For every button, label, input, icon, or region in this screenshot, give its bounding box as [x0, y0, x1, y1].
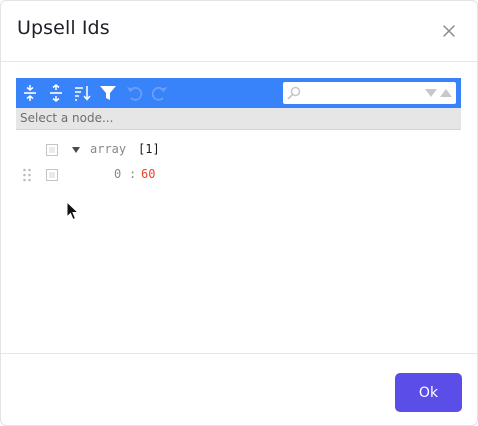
- search-previous-icon[interactable]: [439, 86, 453, 100]
- expand-all-button[interactable]: [19, 82, 41, 104]
- item-value[interactable]: 60: [141, 167, 155, 181]
- undo-icon: [127, 86, 143, 101]
- root-item-count: [1]: [138, 142, 160, 156]
- filter-icon: [100, 86, 116, 100]
- modal-header: Upsell Ids: [1, 1, 477, 62]
- search-next-icon[interactable]: [424, 86, 438, 100]
- navbar-text: Select a node...: [20, 111, 114, 125]
- expand-all-icon: [24, 85, 36, 101]
- sort-button[interactable]: [71, 82, 93, 104]
- collapse-all-button[interactable]: [45, 82, 67, 104]
- modal-footer: Ok: [1, 353, 477, 426]
- expanded-arrow-icon[interactable]: [70, 144, 82, 156]
- collapse-all-icon: [50, 84, 62, 102]
- context-menu-icon[interactable]: [46, 169, 58, 181]
- search-input[interactable]: [303, 84, 421, 100]
- mouse-cursor-icon: [66, 201, 80, 221]
- item-separator: :: [129, 167, 137, 181]
- search-box: [283, 82, 456, 104]
- context-menu-icon[interactable]: [46, 144, 58, 156]
- item-index-label: 0: [114, 167, 122, 181]
- modal-title: Upsell Ids: [17, 17, 110, 39]
- filter-button[interactable]: [97, 82, 119, 104]
- sort-icon: [75, 86, 91, 101]
- json-editor: Select a node...: [16, 78, 461, 140]
- tree-item-row: 0 : 60: [16, 163, 461, 187]
- search-icon: [287, 86, 301, 100]
- root-field-label: array: [90, 142, 127, 156]
- close-icon: [443, 25, 455, 37]
- json-tree: array [1] 0 : 60: [16, 138, 461, 198]
- ok-button[interactable]: Ok: [395, 373, 462, 412]
- undo-button[interactable]: [123, 82, 145, 104]
- close-button[interactable]: [437, 19, 461, 43]
- node-navigation-bar[interactable]: Select a node...: [16, 108, 461, 130]
- drag-handle-icon[interactable]: [22, 168, 32, 182]
- editor-toolbar: [16, 78, 461, 108]
- redo-icon: [151, 86, 167, 101]
- tree-root-row: array [1]: [16, 138, 461, 162]
- redo-button[interactable]: [149, 82, 171, 104]
